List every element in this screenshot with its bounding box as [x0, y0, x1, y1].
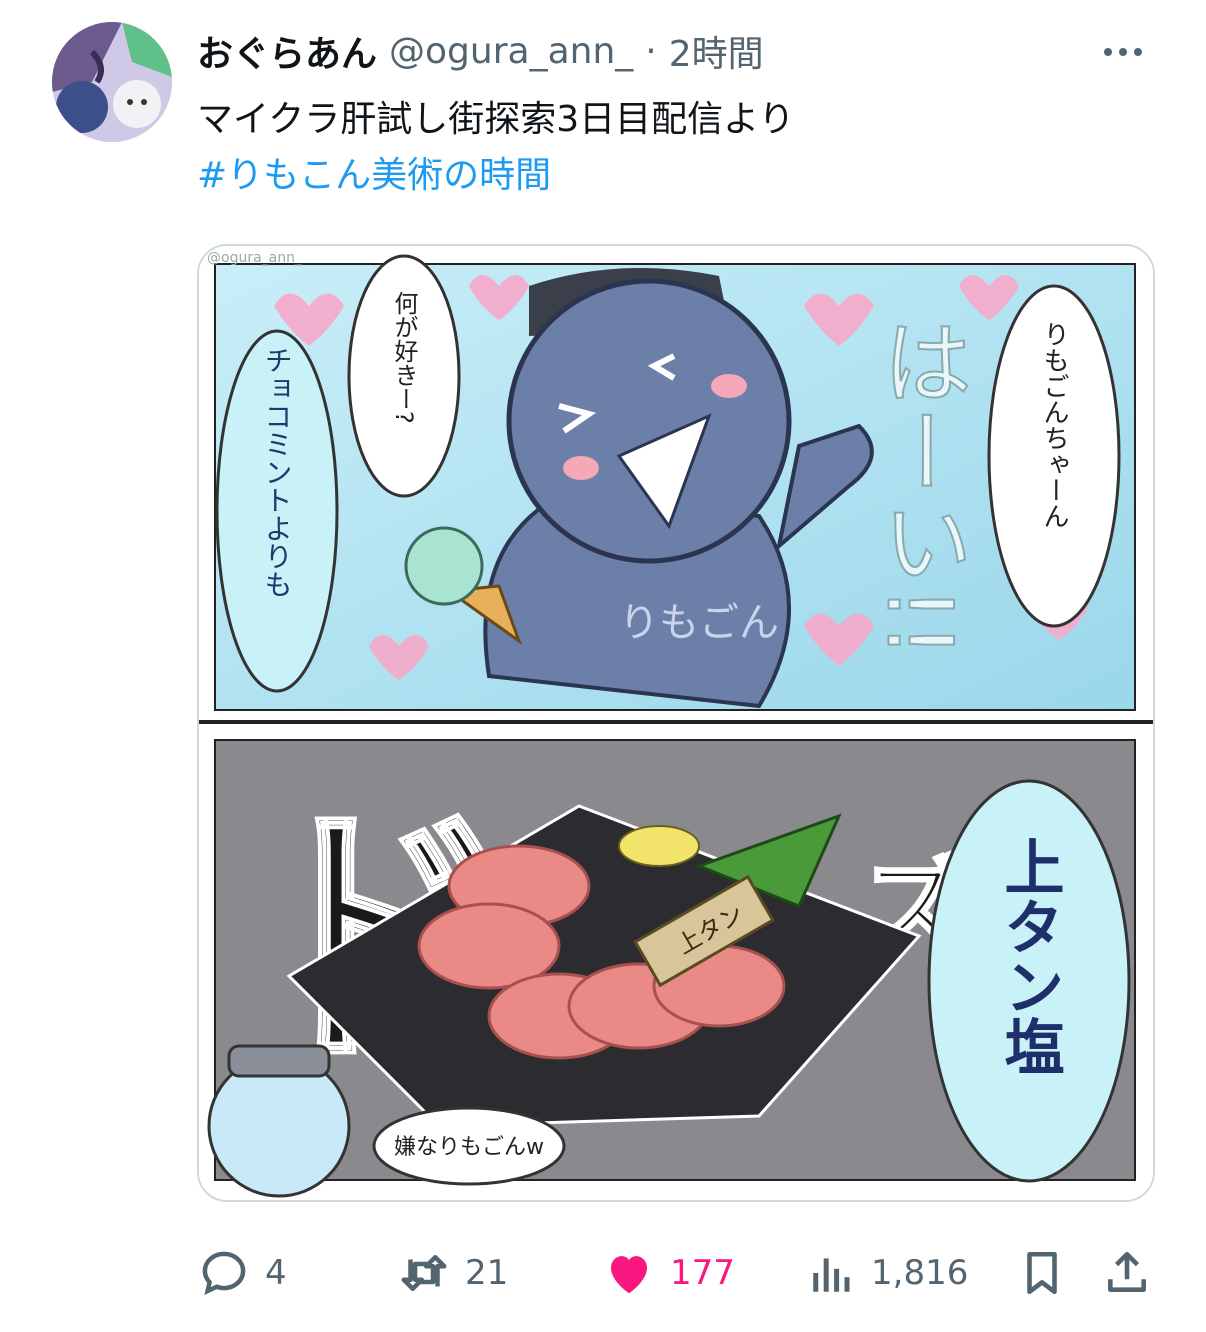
- like-count: 177: [670, 1253, 735, 1293]
- retweet-icon: [401, 1255, 447, 1291]
- heart-icon: [611, 1256, 647, 1294]
- watermark: @ogura_ann_: [207, 250, 303, 266]
- share-button[interactable]: [1102, 1238, 1152, 1308]
- hashtag-link[interactable]: #りもこん美術の時間: [197, 148, 794, 204]
- more-dot: [1119, 48, 1127, 56]
- tweet-header: おぐらあん @ogura_ann_ · 2時間: [197, 26, 764, 76]
- bubble-text-middle: 何が好きー?: [390, 291, 418, 424]
- retweet-button[interactable]: 21: [397, 1238, 508, 1308]
- ice-cream: [404, 526, 484, 606]
- author-avatar[interactable]: [52, 22, 172, 142]
- bubble-text-small: 嫌なりもごんw: [394, 1135, 544, 1160]
- bubble-text-right: りもごんちゃーん: [1039, 321, 1069, 529]
- sfx-hai: はーい!!: [867, 316, 972, 658]
- retweet-count: 21: [465, 1253, 509, 1293]
- author-handle[interactable]: @ogura_ann_: [389, 31, 633, 72]
- tweet-actions: 4 21 177 1,816: [197, 1238, 1155, 1308]
- more-dot: [1104, 48, 1112, 56]
- author-display-name[interactable]: おぐらあん: [197, 25, 377, 77]
- body-text: りもごん: [619, 600, 779, 646]
- tweet-timestamp[interactable]: 2時間: [669, 25, 764, 77]
- reply-button[interactable]: 4: [197, 1238, 287, 1308]
- manga-illustration: @ogura_ann_ りもごん りもごんちゃーん 何が好きー? チョコミントよ…: [199, 246, 1153, 1200]
- tweet-media-image[interactable]: @ogura_ann_ りもごん りもごんちゃーん 何が好きー? チョコミントよ…: [197, 244, 1155, 1202]
- avatar-image: [52, 22, 172, 142]
- share-icon: [1108, 1251, 1146, 1292]
- reply-icon: [202, 1251, 246, 1295]
- views-chart-icon: [813, 1258, 850, 1292]
- views-button[interactable]: 1,816: [807, 1238, 968, 1308]
- views-count: 1,816: [871, 1253, 969, 1293]
- reply-count: 4: [265, 1253, 287, 1293]
- more-dot: [1134, 48, 1142, 56]
- bookmark-button[interactable]: [1017, 1238, 1067, 1308]
- bubble-text-tanshio: 上タン塩: [994, 836, 1064, 1076]
- like-button[interactable]: 177: [602, 1238, 735, 1308]
- bookmark-icon: [1027, 1251, 1057, 1295]
- header-separator: ·: [645, 30, 657, 72]
- tweet-text: マイクラ肝試し街探索3日目配信より: [197, 99, 795, 140]
- bubble-text-left: チョコミントよりも: [261, 346, 294, 598]
- tweet-body: マイクラ肝試し街探索3日目配信より #りもこん美術の時間: [197, 92, 794, 204]
- more-options-icon[interactable]: [1098, 30, 1148, 74]
